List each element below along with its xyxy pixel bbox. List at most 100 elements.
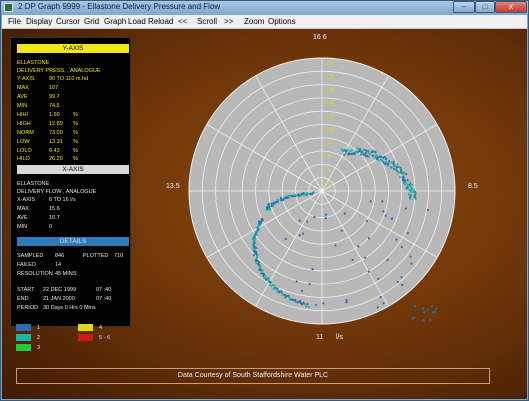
polar-ring-label: 108: [326, 74, 335, 80]
scatter-point: [293, 193, 297, 197]
scatter-point: [252, 254, 256, 257]
scatter-point: [406, 232, 410, 235]
scatter-point: [280, 291, 284, 295]
scatter-point: [267, 203, 270, 206]
scatter-point: [298, 300, 302, 303]
scatter-point: [276, 287, 279, 290]
scatter-point: [380, 155, 383, 158]
scatter-point: [392, 162, 395, 166]
scatter-point: [322, 302, 325, 305]
scatter-point: [267, 278, 270, 281]
scatter-point: [426, 209, 429, 212]
scatter-point: [371, 154, 374, 157]
scatter-point: [345, 301, 348, 304]
scatter-point: [411, 317, 414, 320]
scatter-point: [384, 214, 387, 217]
scatter-point: [422, 319, 425, 322]
scatter-point: [356, 147, 359, 150]
scatter-point: [364, 256, 367, 259]
scatter-point: [387, 160, 391, 163]
polar-ring-label: 110: [326, 61, 334, 67]
scatter-point: [403, 179, 407, 182]
scatter-point: [414, 305, 417, 308]
scatter-point: [364, 149, 367, 152]
scatter-point: [386, 258, 389, 262]
scatter-point: [351, 258, 354, 262]
scatter-point: [385, 158, 388, 161]
scatter-point: [340, 229, 343, 232]
title-bar[interactable]: 2 DP Graph 9999 - Ellastone Delivery Pre…: [1, 1, 528, 15]
scatter-point: [313, 215, 316, 219]
scatter-point: [270, 202, 273, 205]
scatter-point: [324, 213, 328, 216]
menu-scroll-back[interactable]: <<: [178, 16, 187, 28]
menu-zoom[interactable]: Zoom: [244, 16, 264, 28]
polar-ring-label: 102: [326, 114, 335, 120]
polar-ring-label: 94: [326, 167, 332, 173]
scatter-point: [279, 196, 283, 200]
plot-bottom-unit: l/s: [336, 334, 343, 341]
scatter-point: [430, 305, 433, 308]
scatter-point: [295, 280, 298, 283]
scatter-point: [302, 192, 305, 195]
scatter-point: [300, 289, 304, 292]
menu-file[interactable]: File: [8, 16, 21, 28]
menu-cursor[interactable]: Cursor: [56, 16, 80, 28]
scatter-point: [381, 200, 384, 203]
scatter-point: [395, 238, 398, 241]
polar-plot[interactable]: 110 108 106 104 102 100 98 96 94 92: [2, 29, 527, 399]
minimize-button[interactable]: –: [453, 1, 475, 13]
scatter-point: [401, 283, 404, 287]
data-credit: Data Courtesy of South Staffordshire Wat…: [16, 368, 490, 384]
scatter-point: [396, 163, 399, 166]
scatter-point: [269, 281, 272, 284]
scatter-point: [367, 270, 370, 273]
scatter-point: [409, 190, 412, 194]
scatter-point: [307, 305, 310, 308]
scatter-point: [264, 274, 267, 277]
scatter-point: [350, 149, 353, 152]
scatter-point: [366, 150, 370, 153]
menu-reload[interactable]: Reload: [148, 16, 173, 28]
scatter-point: [284, 296, 287, 299]
menu-display[interactable]: Display: [26, 16, 52, 28]
polar-ring-label: 98: [326, 141, 332, 147]
menu-load[interactable]: Load: [128, 16, 146, 28]
menu-grid[interactable]: Grid: [84, 16, 99, 28]
scatter-point: [284, 237, 287, 240]
scatter-point: [365, 220, 369, 223]
scatter-point: [412, 190, 415, 194]
scatter-point: [367, 237, 371, 240]
scatter-point: [357, 245, 360, 248]
scatter-point: [283, 294, 286, 297]
maximize-button[interactable]: □: [475, 1, 495, 13]
scatter-point: [272, 284, 276, 287]
scatter-point: [379, 296, 382, 299]
scatter-point: [400, 171, 403, 175]
scatter-point: [264, 278, 268, 281]
scatter-point: [360, 153, 363, 156]
polar-ring-label: 104: [326, 101, 335, 107]
scatter-point: [255, 261, 258, 264]
scatter-point: [381, 160, 384, 163]
menu-options[interactable]: Options: [268, 16, 296, 28]
close-button[interactable]: x: [495, 1, 527, 13]
plot-right-label: 8.5: [468, 183, 478, 190]
scatter-point: [410, 262, 413, 265]
scatter-point: [288, 296, 291, 299]
scatter-point: [306, 220, 309, 223]
polar-ring-label: 106: [326, 88, 335, 94]
scatter-point: [399, 169, 403, 172]
polar-ring-label: 96: [326, 154, 332, 160]
menu-graph[interactable]: Graph: [104, 16, 126, 28]
scatter-point: [431, 311, 434, 314]
scatter-point: [255, 233, 258, 236]
menu-bar: File Display Cursor Grid Graph Load Relo…: [2, 15, 527, 29]
scatter-point: [345, 151, 348, 154]
polar-ring-label: 100: [326, 128, 335, 134]
menu-scroll[interactable]: Scroll: [197, 16, 217, 28]
scatter-point: [298, 219, 301, 222]
menu-scroll-forward[interactable]: >>: [224, 16, 233, 28]
scatter-point: [402, 172, 405, 176]
scatter-point: [345, 299, 348, 302]
